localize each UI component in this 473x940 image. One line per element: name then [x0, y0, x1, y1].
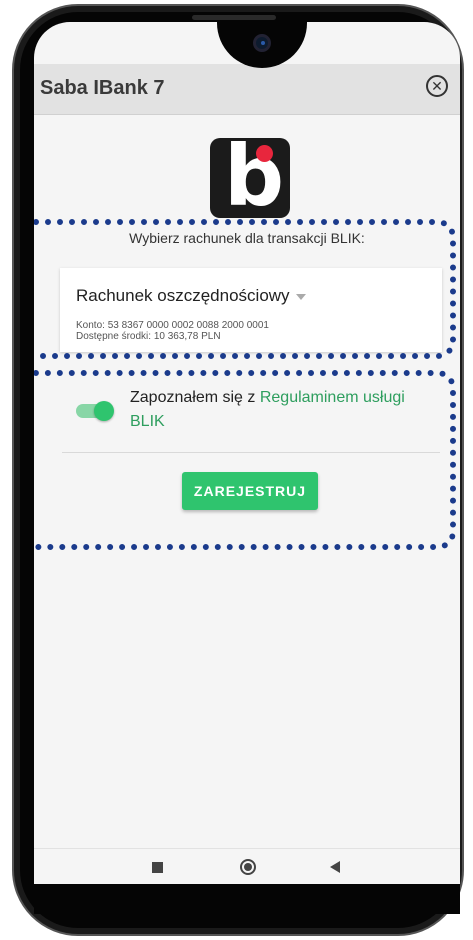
app-title: Saba IBank 7 — [40, 77, 165, 99]
blik-logo: b — [210, 134, 290, 218]
earpiece-speaker — [192, 15, 276, 20]
app-header: Saba IBank 7 ✕ — [34, 64, 460, 115]
recent-apps-icon[interactable] — [152, 862, 163, 873]
account-highlight-box — [34, 219, 456, 359]
blik-red-dot — [256, 145, 273, 162]
home-icon[interactable] — [240, 859, 256, 875]
terms-highlight-box — [34, 370, 456, 550]
bottom-bezel — [34, 884, 460, 914]
back-icon[interactable] — [330, 861, 340, 873]
close-button[interactable]: ✕ — [426, 75, 448, 97]
screen: Saba IBank 7 ✕ b Wybierz rachunek dla tr… — [34, 22, 460, 884]
navigation-bar — [34, 848, 460, 884]
blik-b-letter: b — [224, 127, 285, 225]
front-camera-icon — [253, 34, 271, 52]
close-circle-icon: ✕ — [431, 78, 443, 94]
notch — [217, 22, 307, 68]
